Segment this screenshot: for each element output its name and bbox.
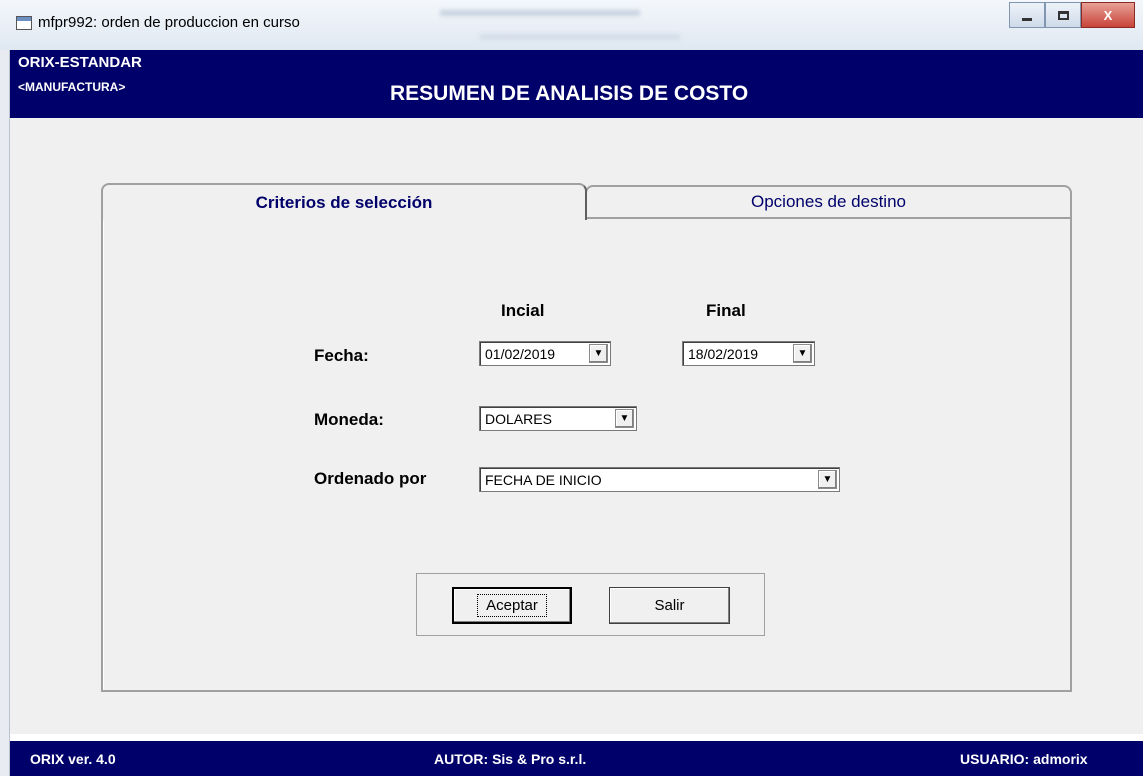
accept-button[interactable]: Aceptar [452,587,572,624]
maximize-button[interactable] [1045,2,1081,28]
moneda-label: Moneda: [314,410,384,429]
tab-criterios[interactable]: Criterios de selección [101,183,587,220]
blurred-caption [440,10,640,16]
fecha-final-select[interactable]: 18/02/2019 ▼ [682,341,815,366]
column-header-final: Final [706,301,746,320]
moneda-value: DOLARES [485,411,552,427]
app-window-icon [16,16,32,30]
tab-opciones-destino[interactable]: Opciones de destino [585,185,1072,219]
chevron-down-icon[interactable]: ▼ [615,409,634,428]
window-title: mfpr992: orden de produccion en curso [38,14,300,31]
chevron-down-icon[interactable]: ▼ [589,344,608,363]
window-left-border [0,50,10,776]
ordenado-select[interactable]: FECHA DE INICIO ▼ [479,467,840,492]
status-bar: ORIX ver. 4.0 AUTOR: Sis & Pro s.r.l. US… [10,741,1143,776]
module-name: <MANUFACTURA> [18,80,126,94]
status-author: AUTOR: Sis & Pro s.r.l. [434,751,587,767]
chevron-down-icon[interactable]: ▼ [818,470,837,489]
app-header: ORIX-ESTANDAR <MANUFACTURA> RESUMEN DE A… [10,50,1143,118]
accept-button-label: Aceptar [477,594,547,617]
column-header-initial: Incial [501,301,545,320]
status-user: USUARIO: admorix [960,751,1088,767]
brand-name: ORIX-ESTANDAR [18,54,142,71]
ordenado-value: FECHA DE INICIO [485,472,602,488]
report-title: RESUMEN DE ANALISIS DE COSTO [390,82,749,105]
close-icon: X [1103,7,1113,23]
window-titlebar: mfpr992: orden de produccion en curso X [0,0,1143,50]
tab-criterios-label: Criterios de selección [255,192,433,212]
fecha-label: Fecha: [314,346,369,365]
status-version: ORIX ver. 4.0 [30,751,116,767]
minimize-button[interactable] [1009,2,1045,28]
moneda-select[interactable]: DOLARES ▼ [479,406,637,431]
maximize-icon [1057,10,1069,20]
tab-opciones-destino-label: Opciones de destino [751,192,906,211]
minimize-icon [1022,17,1032,21]
exit-button[interactable]: Salir [609,587,730,624]
ordenado-label: Ordenado por [314,469,427,488]
fecha-final-value: 18/02/2019 [688,346,759,362]
exit-button-label: Salir [654,597,685,614]
chevron-down-icon[interactable]: ▼ [793,344,812,363]
close-button[interactable]: X [1081,2,1135,28]
window-controls: X [1009,2,1135,30]
fecha-inicial-select[interactable]: 01/02/2019 ▼ [479,341,611,366]
fecha-inicial-value: 01/02/2019 [485,346,556,362]
blurred-caption-secondary [480,34,680,40]
